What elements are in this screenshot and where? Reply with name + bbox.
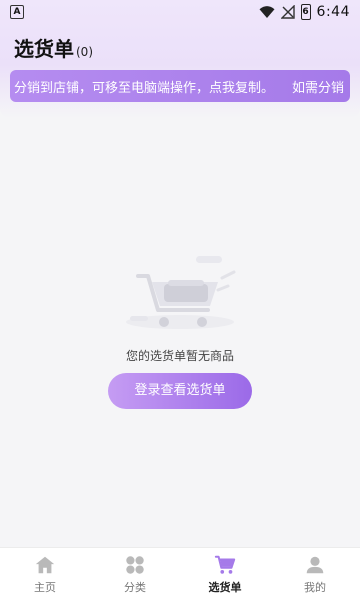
page-title-row: 选货单 (0) (14, 33, 93, 62)
notice-link[interactable]: 如需分销 (280, 77, 350, 96)
page-title: 选货单 (14, 37, 74, 61)
tab-cart[interactable]: 选货单 (180, 548, 270, 601)
status-left: A (10, 5, 24, 19)
tab-category[interactable]: 分类 (90, 548, 180, 601)
home-icon (35, 556, 55, 574)
login-view-button[interactable]: 登录查看选货单 (108, 373, 252, 409)
empty-message: 您的选货单暂无商品 (125, 349, 234, 363)
tab-cart-label: 选货单 (208, 581, 242, 594)
notice-banner[interactable]: 分销到店铺，可移至电脑端操作，点我复制。 如需分销 (10, 70, 350, 102)
user-icon (306, 556, 324, 574)
empty-cart-icon (126, 256, 236, 329)
tab-mine[interactable]: 我的 (270, 548, 360, 601)
tab-mine-label: 我的 (304, 581, 326, 594)
notification-a-icon: A (10, 5, 24, 19)
tab-category-label: 分类 (124, 581, 146, 594)
category-icon (126, 556, 144, 574)
notice-text[interactable]: 分销到店铺，可移至电脑端操作，点我复制。 (10, 77, 280, 96)
cart-icon (214, 555, 236, 574)
status-right: 6 6:44 (259, 4, 350, 20)
item-count: (0) (76, 45, 93, 59)
empty-illustration (0, 250, 360, 340)
tab-home-label: 主页 (34, 581, 56, 594)
wifi-icon (259, 6, 275, 18)
status-time: 6:44 (316, 4, 350, 20)
tab-home[interactable]: 主页 (0, 548, 90, 601)
bottom-tab-bar: 主页 分类 选货单 我的 (0, 547, 360, 601)
status-bar: A 6 6:44 (0, 0, 360, 24)
battery-icon: 6 (300, 4, 311, 20)
signal-off-icon (280, 5, 295, 19)
